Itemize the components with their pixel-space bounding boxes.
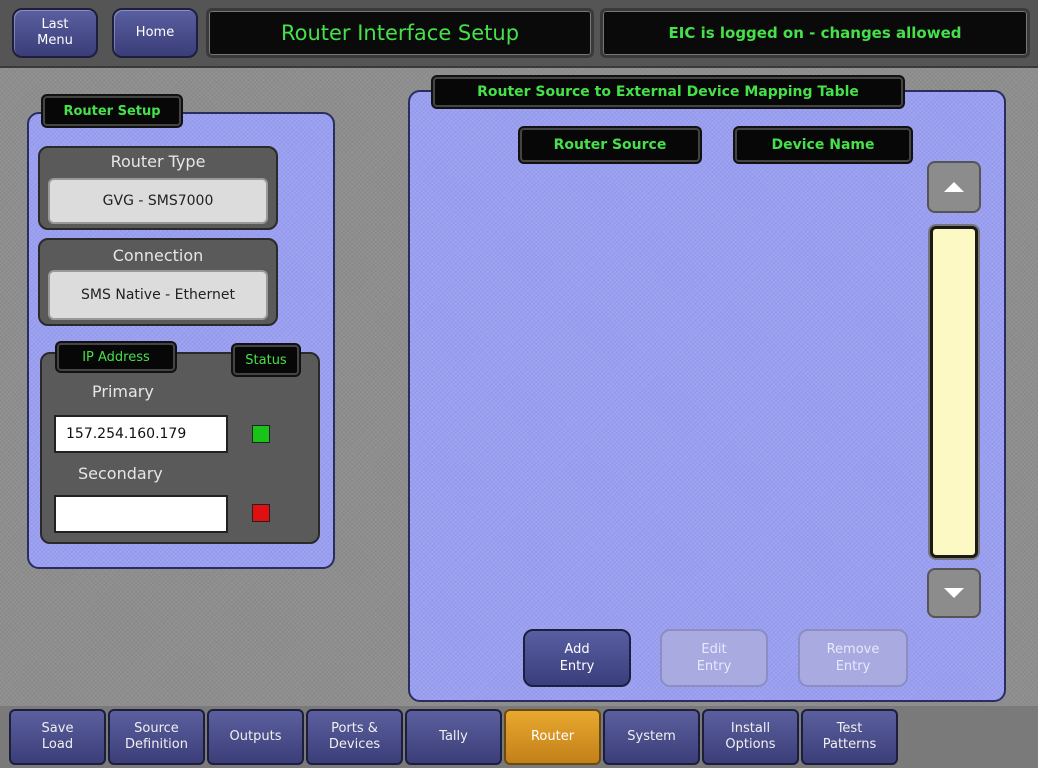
primary-label: Primary [92, 382, 154, 401]
tab-source-definition[interactable]: Source Definition [108, 709, 205, 765]
tab-system[interactable]: System [603, 709, 700, 765]
edit-entry-button[interactable]: Edit Entry [660, 629, 768, 687]
column-header-device-name: Device Name [735, 128, 911, 162]
primary-ip-input[interactable]: 157.254.160.179 [54, 415, 228, 453]
tab-outputs[interactable]: Outputs [207, 709, 304, 765]
primary-status-indicator [252, 425, 270, 443]
tab-ports-devices[interactable]: Ports & Devices [306, 709, 403, 765]
scrollbar-track[interactable] [930, 226, 978, 558]
secondary-ip-input[interactable] [54, 495, 228, 533]
scroll-down-button[interactable] [927, 568, 981, 618]
remove-entry-button[interactable]: Remove Entry [798, 629, 908, 687]
arrow-down-icon [944, 588, 964, 598]
column-header-router-source: Router Source [520, 128, 700, 162]
arrow-up-icon [944, 182, 964, 192]
tab-router[interactable]: Router [504, 709, 601, 765]
ip-address-heading: IP Address [57, 343, 175, 371]
page-title: Router Interface Setup [206, 8, 594, 58]
last-menu-button[interactable]: Last Menu [12, 8, 98, 58]
home-button[interactable]: Home [112, 8, 198, 58]
router-type-label: Router Type [110, 152, 206, 171]
status-heading: Status [233, 345, 299, 375]
router-setup-heading: Router Setup [43, 96, 181, 126]
login-status: EIC is logged on - changes allowed [600, 8, 1030, 58]
tab-tally[interactable]: Tally [405, 709, 502, 765]
connection-label: Connection [112, 246, 204, 265]
connection-button[interactable]: SMS Native - Ethernet [48, 270, 268, 320]
secondary-status-indicator [252, 504, 270, 522]
secondary-label: Secondary [78, 464, 163, 483]
tab-test-patterns[interactable]: Test Patterns [801, 709, 898, 765]
tab-install-options[interactable]: Install Options [702, 709, 799, 765]
tab-save-load[interactable]: Save Load [9, 709, 106, 765]
scroll-up-button[interactable] [927, 161, 981, 213]
add-entry-button[interactable]: Add Entry [523, 629, 631, 687]
router-type-button[interactable]: GVG - SMS7000 [48, 178, 268, 224]
mapping-table-heading: Router Source to External Device Mapping… [433, 77, 903, 107]
mapping-table-list[interactable] [520, 170, 912, 610]
